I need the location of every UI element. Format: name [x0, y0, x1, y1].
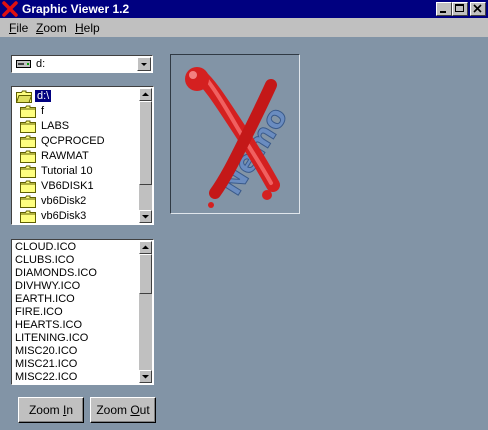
directory-scroll-thumb[interactable]	[139, 101, 152, 185]
folder-icon	[20, 180, 36, 193]
drive-combo[interactable]: d:	[11, 55, 153, 73]
directory-label: QCPROCED	[41, 135, 105, 147]
directory-scrollbar[interactable]	[139, 88, 152, 223]
drive-dropdown-button[interactable]	[137, 57, 151, 71]
file-item[interactable]: MISC22.ICO	[15, 371, 77, 384]
minimize-icon	[440, 11, 446, 13]
maximize-button[interactable]	[452, 2, 468, 16]
chevron-down-icon	[141, 63, 147, 66]
directory-label: d:\	[35, 90, 52, 102]
file-item[interactable]: CLOUD.ICO	[15, 241, 76, 254]
directory-item[interactable]: VB6DISK1	[14, 179, 139, 194]
directory-item[interactable]: f	[14, 104, 139, 119]
maximize-icon	[455, 4, 464, 12]
file-scrollbar[interactable]	[139, 241, 152, 383]
minimize-button[interactable]	[436, 2, 452, 16]
menu-zoom[interactable]: Zoom	[36, 21, 67, 35]
directory-item[interactable]: vb6Disk2	[14, 194, 139, 209]
zoom-in-button[interactable]: Zoom In	[18, 397, 84, 423]
nemo-x-logo: Nemo	[185, 67, 296, 208]
arrow-up-icon	[142, 92, 149, 96]
directory-scroll-up[interactable]	[139, 88, 152, 101]
arrow-down-icon	[142, 375, 149, 379]
close-button[interactable]	[470, 2, 486, 16]
red-x-icon[interactable]	[2, 1, 18, 17]
directory-label: Tutorial 10	[41, 165, 93, 177]
folder-icon	[20, 120, 36, 133]
close-icon	[473, 4, 482, 13]
window-title: Graphic Viewer 1.2	[22, 2, 130, 16]
directory-item[interactable]: QCPROCED	[14, 134, 139, 149]
folder-icon	[20, 105, 36, 118]
directory-item[interactable]: Tutorial 10	[14, 164, 139, 179]
directory-label: vb6Disk2	[41, 195, 87, 207]
file-item[interactable]: LITENING.ICO	[15, 332, 88, 345]
file-item[interactable]: MISC20.ICO	[15, 345, 77, 358]
directory-list[interactable]: d:\ f LABS QCPROCED RAWMAT Tutorial 10 VB6DISK…	[11, 86, 154, 225]
folder-icon	[20, 135, 36, 148]
directory-label: vb6Disk3	[41, 210, 87, 222]
folder-icon	[20, 150, 36, 163]
file-item[interactable]: FIRE.ICO	[15, 306, 63, 319]
zoom-out-button[interactable]: Zoom Out	[90, 397, 156, 423]
file-item[interactable]: EARTH.ICO	[15, 293, 75, 306]
directory-label: RAWMAT	[41, 150, 89, 162]
directory-label: f	[41, 105, 45, 117]
file-item[interactable]: HEARTS.ICO	[15, 319, 82, 332]
directory-item[interactable]: RAWMAT	[14, 149, 139, 164]
folder-icon	[20, 195, 36, 208]
title-bar[interactable]: Graphic Viewer 1.2	[0, 0, 488, 18]
directory-item[interactable]: vb6Disk3	[14, 209, 139, 224]
file-item[interactable]: CLUBS.ICO	[15, 254, 74, 267]
directory-label: VB6DISK1	[41, 180, 94, 192]
file-scroll-thumb[interactable]	[139, 254, 152, 294]
menu-help[interactable]: Help	[75, 21, 100, 35]
menu-file[interactable]: File	[9, 21, 28, 35]
folder-icon	[20, 165, 36, 178]
directory-item[interactable]: d:\	[14, 89, 139, 104]
folder-open-icon	[16, 90, 32, 103]
drive-icon	[16, 60, 31, 68]
file-list[interactable]: CLOUD.ICO CLUBS.ICO DIAMONDS.ICO DIVHWY.ICO…	[11, 239, 154, 385]
menu-bar: File Zoom Help	[0, 18, 488, 37]
file-item[interactable]: MISC21.ICO	[15, 358, 77, 371]
picture-box: Nemo	[170, 54, 300, 214]
arrow-up-icon	[142, 245, 149, 249]
directory-label: LABS	[41, 120, 70, 132]
directory-item[interactable]: LABS	[14, 119, 139, 134]
file-scroll-up[interactable]	[139, 241, 152, 254]
file-item[interactable]: DIVHWY.ICO	[15, 280, 80, 293]
drive-value: d:	[36, 58, 46, 70]
arrow-down-icon	[142, 215, 149, 219]
file-item[interactable]: DIAMONDS.ICO	[15, 267, 97, 280]
directory-scroll-down[interactable]	[139, 210, 152, 223]
folder-icon	[20, 210, 36, 223]
file-scroll-down[interactable]	[139, 370, 152, 383]
